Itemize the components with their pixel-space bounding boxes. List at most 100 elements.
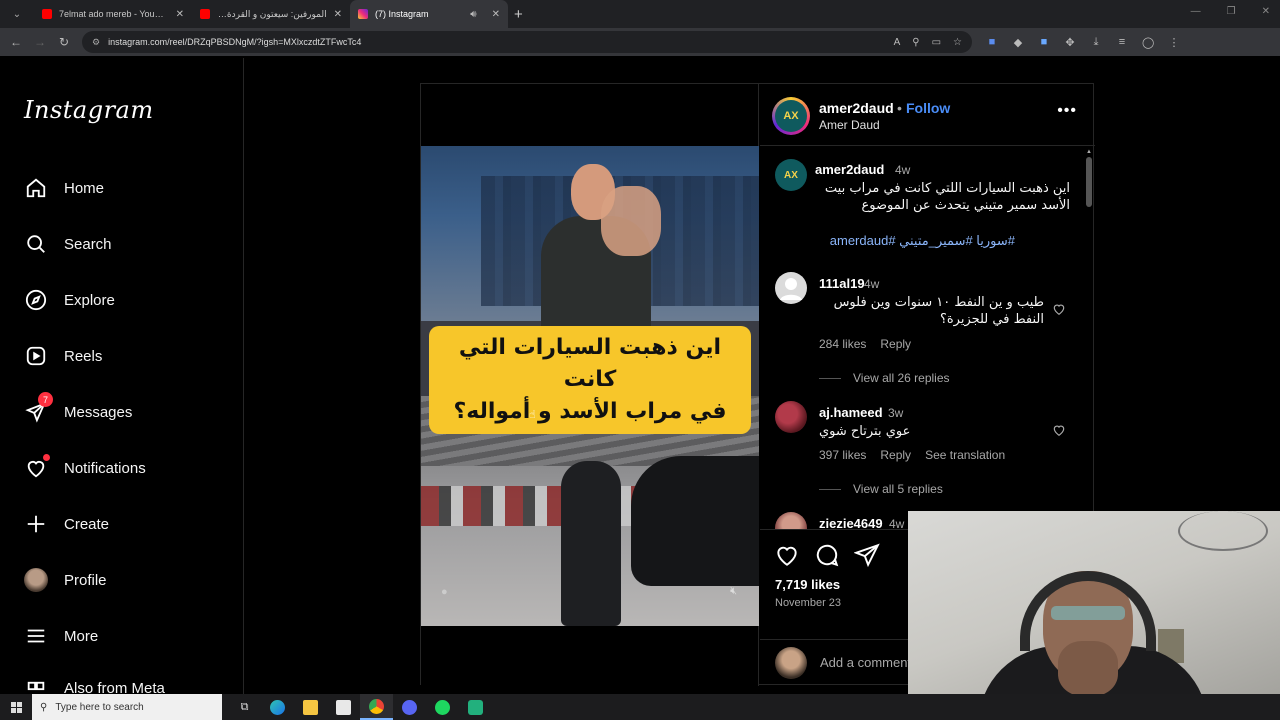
- comment-like-heart-icon[interactable]: [1052, 302, 1066, 319]
- commenter-avatar[interactable]: [775, 272, 807, 304]
- translate-icon[interactable]: A: [894, 37, 901, 48]
- back-icon[interactable]: ←: [4, 35, 28, 49]
- comments-list[interactable]: AX amer2daud 4w اين ذهبت السيارات اللتي …: [760, 147, 1095, 529]
- reply-button[interactable]: Reply: [880, 337, 911, 351]
- url-text: instagram.com/reel/DRZqPBSDNgM/?igsh=MXl…: [108, 37, 362, 47]
- browser-tab-youtube-1[interactable]: 7elmat ado mereb - YouTube ✕: [34, 0, 192, 28]
- extensions-puzzle-icon[interactable]: ✥: [1064, 36, 1076, 49]
- like-heart-icon[interactable]: [774, 542, 800, 568]
- sidebar-item-profile[interactable]: Profile: [24, 568, 107, 592]
- spotify-icon[interactable]: [426, 694, 459, 720]
- sidebar-item-messages[interactable]: 7 Messages: [24, 392, 133, 424]
- commenter-avatar[interactable]: [775, 512, 807, 529]
- url-bar[interactable]: ⚙ instagram.com/reel/DRZqPBSDNgM/?igsh=M…: [82, 31, 972, 53]
- share-send-icon[interactable]: [853, 542, 880, 568]
- tab-search-chevron-icon[interactable]: ⌄: [6, 3, 28, 25]
- cast-icon[interactable]: ▭: [932, 37, 941, 48]
- sidebar-item-also-from-meta[interactable]: Also from Meta: [24, 680, 165, 694]
- start-button[interactable]: [0, 694, 32, 720]
- commenter-avatar[interactable]: [775, 401, 807, 433]
- messenger-icon: 7: [24, 392, 53, 424]
- plus-icon: [24, 512, 48, 536]
- sidebar-item-label: Messages: [64, 403, 133, 421]
- author-avatar[interactable]: AX: [772, 97, 810, 135]
- reply-button[interactable]: Reply: [880, 448, 911, 462]
- sidebar-item-search[interactable]: Search: [24, 232, 112, 256]
- view-replies-button[interactable]: View all 5 replies: [819, 482, 943, 496]
- instagram-logo[interactable]: Instagram: [24, 96, 154, 124]
- comment-likes[interactable]: 397 likes: [819, 448, 866, 462]
- forward-icon[interactable]: →: [28, 35, 52, 49]
- speaker-icon[interactable]: 🔊︎: [470, 9, 476, 20]
- scroll-thumb[interactable]: [1086, 157, 1092, 207]
- new-tab-button[interactable]: +: [514, 6, 523, 23]
- sidebar-item-label: Home: [64, 179, 105, 197]
- comment-time[interactable]: 4w: [864, 277, 879, 291]
- mute-icon[interactable]: 🔇︎: [730, 585, 737, 598]
- edge-icon[interactable]: [261, 694, 294, 720]
- close-tab-icon[interactable]: ✕: [334, 9, 342, 20]
- sidebar-item-home[interactable]: Home: [24, 176, 104, 200]
- store-icon[interactable]: [327, 694, 360, 720]
- tagged-user-icon[interactable]: ●: [441, 586, 448, 598]
- close-tab-icon[interactable]: ✕: [492, 9, 500, 20]
- taskbar-apps: ⧉: [228, 694, 492, 720]
- comment-likes[interactable]: 284 likes: [819, 337, 866, 351]
- download-icon[interactable]: ⤓: [1090, 36, 1102, 49]
- author-avatar[interactable]: AX: [775, 159, 807, 191]
- profile-icon[interactable]: ◯: [1142, 36, 1154, 49]
- site-info-icon[interactable]: ⚙: [92, 37, 100, 48]
- browser-tab-instagram[interactable]: (7) Instagram 🔊︎ ✕: [350, 0, 508, 28]
- chrome-icon[interactable]: [360, 694, 393, 720]
- messages-badge: 7: [38, 392, 53, 407]
- see-translation-button[interactable]: See translation: [925, 448, 1005, 462]
- follow-button[interactable]: Follow: [906, 100, 950, 116]
- comment-time[interactable]: 3w: [888, 406, 903, 420]
- reel-video-area[interactable]: اين ذهبت السيارات التي كانت في مراب الأس…: [421, 84, 759, 686]
- extension-icon[interactable]: ■: [986, 36, 998, 49]
- maximize-icon[interactable]: ❐: [1227, 6, 1236, 17]
- bookmark-star-icon[interactable]: ☆: [953, 37, 962, 48]
- comment-bubble-icon[interactable]: [814, 542, 840, 568]
- meta-icon: [24, 680, 48, 694]
- author-username[interactable]: amer2daud: [819, 100, 894, 116]
- sidebar-item-explore[interactable]: Explore: [24, 288, 115, 312]
- minimize-icon[interactable]: —: [1191, 6, 1201, 17]
- comments-scrollbar[interactable]: ▲: [1085, 147, 1093, 529]
- more-options-icon[interactable]: •••: [1057, 102, 1077, 120]
- caption-time[interactable]: 4w: [895, 163, 910, 177]
- close-tab-icon[interactable]: ✕: [176, 9, 184, 20]
- comment-username[interactable]: aj.hameed: [819, 405, 883, 420]
- app-icon[interactable]: [459, 694, 492, 720]
- window-controls: — ❐ ✕: [1191, 6, 1270, 17]
- reload-icon[interactable]: ↻: [52, 35, 76, 49]
- sidebar-item-reels[interactable]: Reels: [24, 344, 102, 368]
- discord-icon[interactable]: [393, 694, 426, 720]
- comment-username[interactable]: 111al19: [819, 276, 865, 291]
- media-controls-icon[interactable]: ≡: [1116, 36, 1128, 49]
- caption-username[interactable]: amer2daud: [815, 162, 884, 177]
- extension-icon[interactable]: ◆: [1012, 36, 1024, 49]
- likes-count[interactable]: 7,719 likes: [775, 577, 840, 592]
- view-replies-button[interactable]: View all 26 replies: [819, 371, 950, 385]
- comment-username[interactable]: ziezie4649: [819, 516, 883, 529]
- caption-hashtags[interactable]: #سوريا #سمير_متيني #amerdaud: [815, 233, 1015, 249]
- close-window-icon[interactable]: ✕: [1262, 6, 1270, 17]
- comment-time[interactable]: 4w: [889, 517, 904, 529]
- scroll-up-icon[interactable]: ▲: [1085, 149, 1093, 155]
- taskbar-search[interactable]: ⚲ Type here to search: [32, 694, 222, 720]
- sidebar-item-more[interactable]: More: [24, 624, 98, 648]
- instagram-icon: [358, 9, 368, 19]
- add-comment-input[interactable]: Add a comment...: [820, 655, 922, 670]
- extension-icon[interactable]: ■: [1038, 36, 1050, 49]
- browser-tab-youtube-2[interactable]: المورفين: سيعتون و القردة يحال ✕: [192, 0, 350, 28]
- zoom-icon[interactable]: ⚲: [912, 37, 919, 48]
- post-date[interactable]: November 23: [775, 597, 841, 609]
- file-explorer-icon[interactable]: [294, 694, 327, 720]
- sidebar-item-notifications[interactable]: Notifications: [24, 454, 146, 480]
- task-view-icon[interactable]: ⧉: [228, 694, 261, 720]
- sidebar-item-create[interactable]: Create: [24, 512, 109, 536]
- comment-like-heart-icon[interactable]: [1052, 423, 1066, 440]
- kebab-menu-icon[interactable]: ⋮: [1168, 36, 1180, 49]
- reel-video[interactable]: اين ذهبت السيارات التي كانت في مراب الأس…: [421, 146, 759, 626]
